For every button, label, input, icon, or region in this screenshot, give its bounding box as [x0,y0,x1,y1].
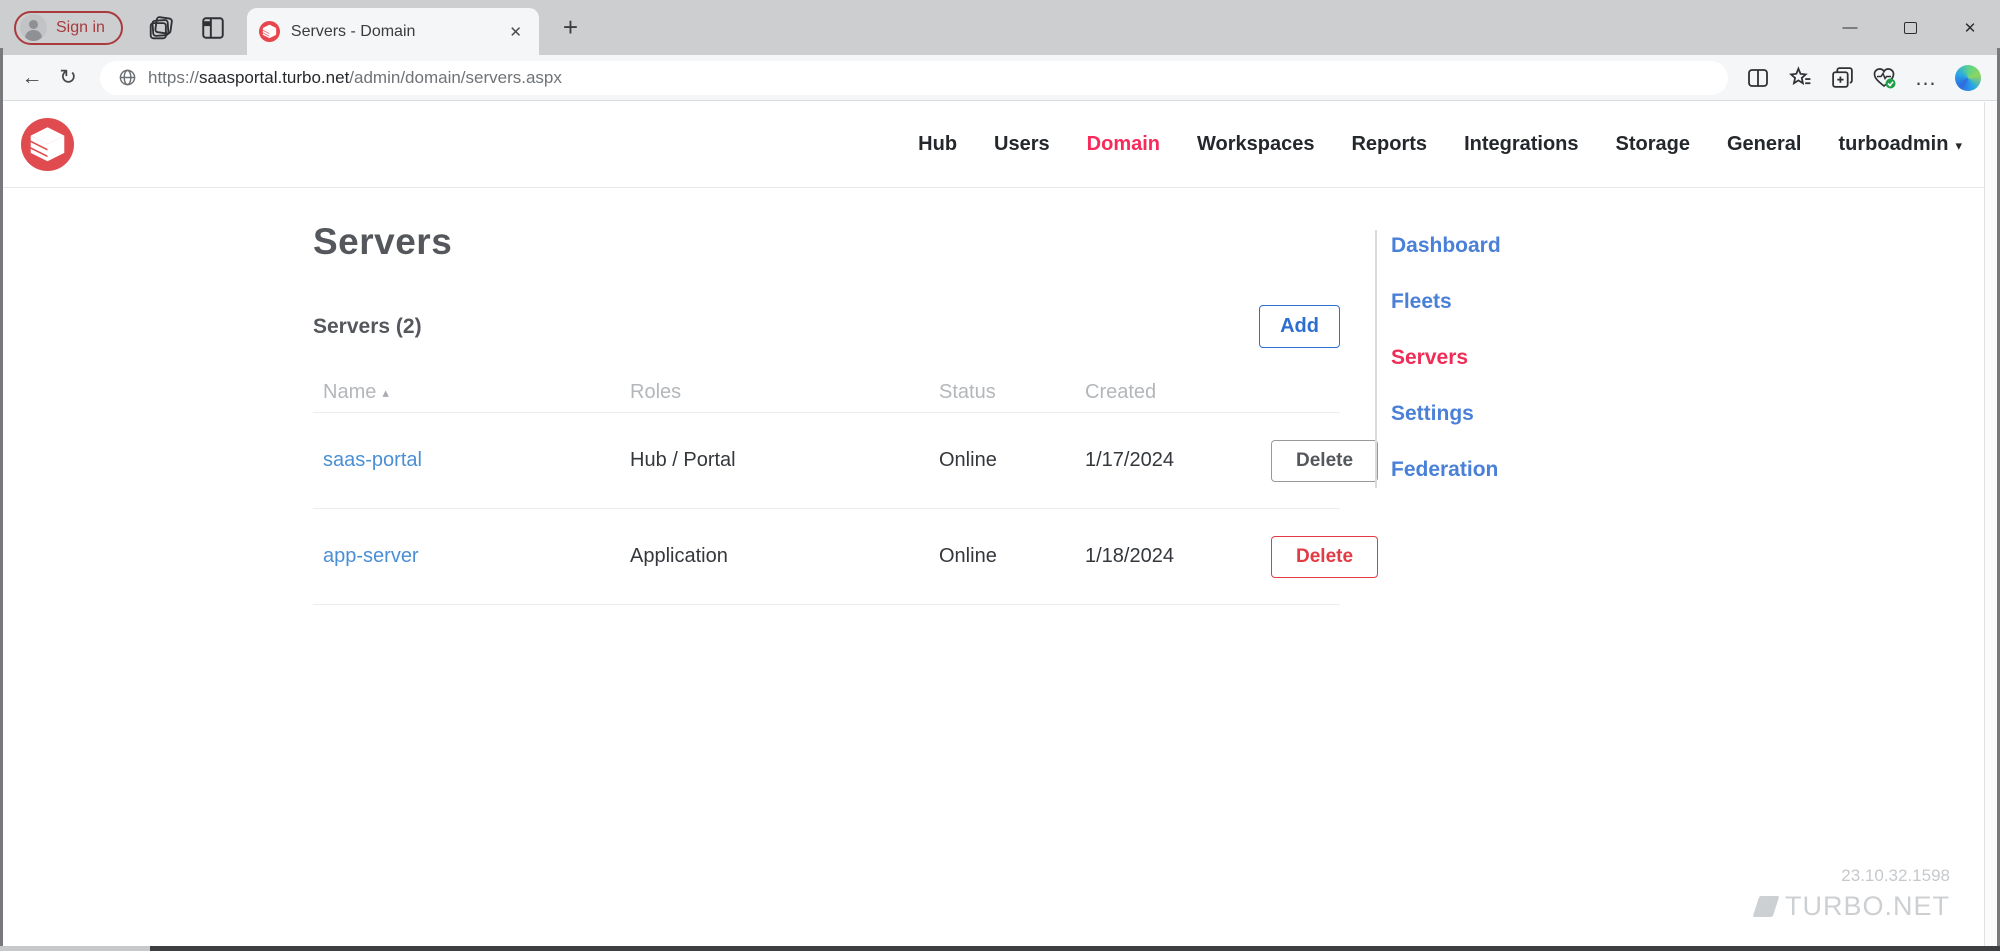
sidebar-item-settings[interactable]: Settings [1391,402,1501,426]
new-tab-button[interactable]: + [555,12,586,43]
sidebar-item-dashboard[interactable]: Dashboard [1391,234,1501,258]
brand-text: TURBO.NET [1785,891,1950,922]
add-server-button[interactable]: Add [1259,305,1340,348]
nav-item-integrations[interactable]: Integrations [1464,133,1578,156]
turbo-logo-icon[interactable] [21,118,74,171]
close-button[interactable]: ✕ [1940,0,2000,55]
turbo-brand-mark-icon [1753,896,1780,917]
url-host: saasportal.turbo.net [199,68,349,87]
cell-created: 1/17/2024 [1085,449,1271,472]
maximize-button[interactable] [1880,0,1940,55]
page-content: Servers Servers (2) Add Name ▴ Roles Sta… [3,188,1984,946]
browser-essentials-icon[interactable] [1870,64,1898,92]
nav-item-reports[interactable]: Reports [1351,133,1427,156]
sort-asc-icon: ▴ [382,385,389,401]
cell-created: 1/18/2024 [1085,545,1271,568]
profile-avatar-icon [20,14,47,41]
nav-item-workspaces[interactable]: Workspaces [1197,133,1314,156]
tab-title: Servers - Domain [291,23,493,41]
nav-item-general[interactable]: General [1727,133,1801,156]
copilot-icon[interactable] [1954,64,1982,92]
list-title: Servers (2) [313,315,422,339]
browser-window: Sign in [0,0,2000,951]
site-header: Hub Users Domain Workspaces Reports Inte… [3,102,1984,188]
browser-toolbar: ← ↻ https://saasportal.turbo.net/admin/d… [0,55,2000,101]
back-button[interactable]: ← [14,60,50,96]
address-bar[interactable]: https://saasportal.turbo.net/admin/domai… [100,61,1728,95]
window-controls: — ✕ [1820,0,2000,55]
url-text: https://saasportal.turbo.net/admin/domai… [148,68,562,88]
nav-item-hub[interactable]: Hub [918,133,957,156]
version-text: 23.10.32.1598 [1756,866,1950,886]
column-name-label: Name [323,381,376,404]
table-row: app-server Application Online 1/18/2024 … [313,509,1340,605]
chevron-down-icon: ▾ [1955,138,1962,154]
copilot-logo [1955,65,1981,91]
column-header-roles[interactable]: Roles [630,381,939,404]
nav-item-users[interactable]: Users [994,133,1050,156]
maximize-icon [1904,22,1917,34]
delete-server-button-danger[interactable]: Delete [1271,536,1378,578]
domain-side-nav: Dashboard Fleets Servers Settings Federa… [1375,230,1501,488]
tab-close-icon[interactable]: ✕ [504,21,527,43]
cell-status: Online [939,545,1085,568]
globe-icon [118,68,137,87]
sidebar-item-servers[interactable]: Servers [1391,346,1501,370]
refresh-button[interactable]: ↻ [50,60,86,96]
delete-server-button[interactable]: Delete [1271,440,1378,482]
table-header-row: Name ▴ Roles Status Created [313,373,1340,413]
vertical-tabs-icon[interactable] [199,14,227,42]
page-footer: 23.10.32.1598 TURBO.NET [1756,866,1950,922]
nav-item-user-menu[interactable]: turboadmin ▾ [1838,133,1962,156]
column-header-status[interactable]: Status [939,381,1085,404]
site-favicon [259,21,280,42]
sidebar-item-federation[interactable]: Federation [1391,458,1501,482]
table-row: saas-portal Hub / Portal Online 1/17/202… [313,413,1340,509]
server-link-saas-portal[interactable]: saas-portal [313,449,630,472]
favorites-icon[interactable] [1786,64,1814,92]
sidebar-item-fleets[interactable]: Fleets [1391,290,1501,314]
cell-actions: Delete [1271,536,1390,578]
nav-item-domain[interactable]: Domain [1087,133,1160,156]
minimize-button[interactable]: — [1820,0,1880,55]
scrollbar-track[interactable] [1984,102,1997,946]
collections-icon[interactable] [1828,64,1856,92]
column-header-created[interactable]: Created [1085,381,1271,404]
window-edge-left [0,48,3,951]
cell-status: Online [939,449,1085,472]
cell-actions: Delete [1271,440,1390,482]
footer-brand: TURBO.NET [1756,891,1950,922]
split-screen-icon[interactable] [1744,64,1772,92]
browser-tab-servers-domain[interactable]: Servers - Domain ✕ [247,8,539,55]
page-viewport: Hub Users Domain Workspaces Reports Inte… [3,102,1984,946]
user-menu-label: turboadmin [1838,133,1948,156]
sign-in-label: Sign in [56,19,105,37]
browser-sign-in-button[interactable]: Sign in [14,11,123,45]
browser-tab-strip: Sign in [0,0,2000,55]
toolbar-icon-group: … [1738,64,1986,92]
window-edge-bottom [0,946,2000,951]
top-nav: Hub Users Domain Workspaces Reports Inte… [918,133,1962,156]
server-link-app-server[interactable]: app-server [313,545,630,568]
cell-roles: Hub / Portal [630,449,939,472]
more-glyph: … [1915,65,1938,91]
url-path: /admin/domain/servers.aspx [349,68,562,87]
cell-roles: Application [630,545,939,568]
workspaces-icon[interactable] [147,14,175,42]
url-scheme: https:// [148,68,199,87]
column-header-name[interactable]: Name ▴ [313,381,630,404]
settings-more-icon[interactable]: … [1912,64,1940,92]
list-header-row: Servers (2) Add [313,305,1340,348]
page-title: Servers [313,221,1340,263]
nav-item-storage[interactable]: Storage [1616,133,1690,156]
servers-main: Servers Servers (2) Add Name ▴ Roles Sta… [313,188,1340,605]
